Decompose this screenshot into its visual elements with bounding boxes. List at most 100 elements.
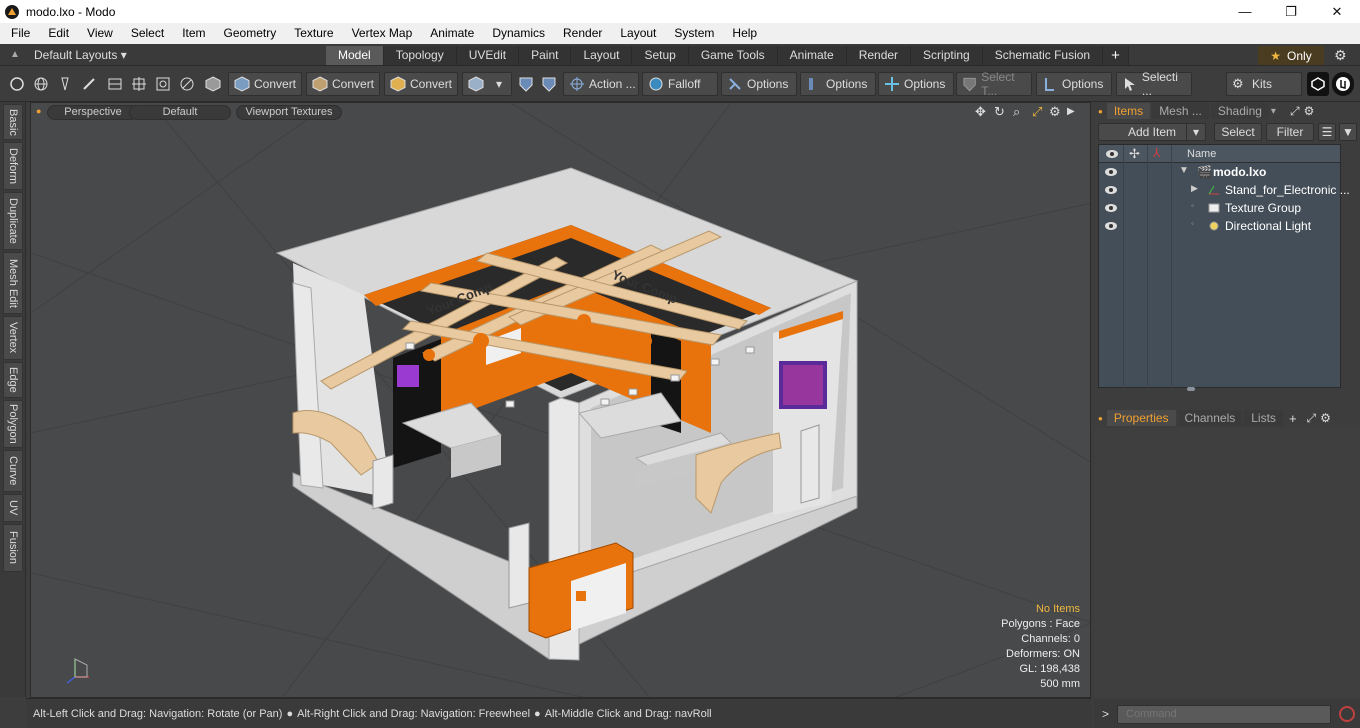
vtab-duplicate[interactable]: Duplicate [3,192,23,250]
gear-icon[interactable]: ⚙ [1334,47,1347,64]
falloff-button[interactable]: Falloff [642,72,718,96]
edge-mode-icon[interactable] [104,72,126,96]
eye-icon[interactable] [1104,165,1118,179]
collapse-arrow-icon[interactable]: ▶ [1191,183,1198,194]
tab-schematic-fusion[interactable]: Schematic Fusion [982,46,1104,65]
expand-icon[interactable]: ⤢ [1290,104,1300,119]
list-item[interactable]: ◦ Texture Group [1099,199,1340,217]
sculpt-dropdown[interactable]: ▾ [462,72,512,96]
vtab-deform[interactable]: Deform [3,142,23,190]
filter-button[interactable]: Filter [1266,123,1314,141]
tab-paint[interactable]: Paint [519,46,572,65]
vtab-mesh-edit[interactable]: Mesh Edit [3,252,23,314]
visibility-column-icon[interactable] [1105,148,1119,160]
menu-render[interactable]: Render [554,23,611,44]
tab-setup[interactable]: Setup [632,46,689,65]
select-button[interactable]: Select [1214,123,1262,141]
tab-scripting[interactable]: Scripting [911,46,983,65]
fit-icon[interactable]: ⤢ [1032,104,1042,120]
options-button-3[interactable]: Options [878,72,954,96]
vtab-curve[interactable]: Curve [3,450,23,492]
convert-button-3[interactable]: Convert [384,72,458,96]
options-button-4[interactable]: Options [1036,72,1112,96]
tab-game-tools[interactable]: Game Tools [688,46,778,65]
vtab-polygon[interactable]: Polygon [3,400,23,448]
cube-icon[interactable] [202,72,224,96]
menu-edit[interactable]: Edit [39,23,78,44]
tab-mesh[interactable]: Mesh ... [1152,103,1209,119]
name-column-header[interactable]: Name [1187,148,1216,160]
kits-button[interactable]: ⚙ Kits [1226,72,1302,96]
vtab-edge[interactable]: Edge [3,362,23,398]
viewport-dot-icon[interactable]: ● [36,106,41,116]
menu-select[interactable]: Select [122,23,173,44]
menu-vertex-map[interactable]: Vertex Map [343,23,422,44]
symmetry-icon[interactable] [515,72,537,96]
list-item[interactable]: ▶ Stand_for_Electronic ... [1099,181,1350,199]
menu-system[interactable]: System [665,23,723,44]
globe-icon[interactable] [30,72,52,96]
horizontal-scrollbar[interactable] [1187,387,1195,391]
chevron-down-icon[interactable]: ▾ [1271,106,1276,117]
viewport-textures-dropdown[interactable]: Viewport Textures [236,105,342,120]
eye-icon[interactable] [1104,183,1118,197]
eye-icon[interactable] [1104,201,1118,215]
menu-item[interactable]: Item [173,23,214,44]
record-macro-icon[interactable] [1339,706,1356,722]
funnel-icon[interactable]: ▼ [1339,123,1357,141]
polygon-mode-icon[interactable] [128,72,150,96]
vtab-uv[interactable]: UV [3,494,23,522]
menu-view[interactable]: View [78,23,122,44]
panel-settings-icon[interactable]: ⚙ [1320,411,1331,425]
unreal-icon[interactable] [1332,72,1354,96]
tab-model[interactable]: Model [326,46,384,65]
maximize-button[interactable]: ❐ [1268,0,1314,23]
menu-help[interactable]: Help [723,23,766,44]
add-tab-button[interactable]: + [1103,46,1129,65]
layout-dropdown[interactable]: Default Layouts ▾ [34,48,144,62]
add-panel-tab-button[interactable]: + [1289,411,1297,426]
menu-texture[interactable]: Texture [285,23,342,44]
menu-dynamics[interactable]: Dynamics [483,23,554,44]
vertex-mode-icon[interactable] [6,72,28,96]
close-button[interactable]: ✕ [1314,0,1360,23]
expand-arrow-icon[interactable]: ▼ [1179,165,1189,176]
zoom-icon[interactable]: ⌕ [1013,104,1020,120]
list-item[interactable]: ▼ 🎬 modo.lxo [1099,163,1340,181]
tab-animate[interactable]: Animate [777,46,847,65]
eye-icon[interactable] [1104,219,1118,233]
panel-settings-icon[interactable]: ⚙ [1304,104,1315,118]
vtab-fusion[interactable]: Fusion [3,524,23,572]
expand-icon[interactable]: ⤢ [1307,411,1317,426]
menu-geometry[interactable]: Geometry [215,23,286,44]
add-item-dropdown[interactable]: ▾ [1186,123,1206,141]
command-input[interactable] [1117,704,1332,724]
material-mode-icon[interactable] [176,72,198,96]
list-options-icon[interactable]: ☰ [1318,123,1336,141]
vtab-basic[interactable]: Basic [3,104,23,140]
tab-lists[interactable]: Lists [1244,410,1283,426]
collapse-arrow-icon[interactable]: ▲ [8,49,22,60]
pen-icon[interactable] [54,72,76,96]
tab-topology[interactable]: Topology [383,46,457,65]
vtab-vertex[interactable]: Vertex [3,316,23,360]
render-column-icon[interactable]: ⅄ [1153,146,1160,160]
panel-dot-icon[interactable]: ● [1098,107,1103,116]
menu-layout[interactable]: Layout [611,23,665,44]
menu-animate[interactable]: Animate [421,23,483,44]
item-mode-icon[interactable] [152,72,174,96]
view-type-dropdown[interactable]: Perspective [47,105,139,120]
tab-shading[interactable]: Shading [1210,103,1269,119]
viewport-menu-arrow-icon[interactable]: ▶ [1067,106,1075,117]
shading-dropdown[interactable]: Default [129,105,231,120]
tab-uvedit[interactable]: UVEdit [456,46,520,65]
convert-button-2[interactable]: Convert [306,72,380,96]
brush-icon[interactable] [78,72,100,96]
options-button-2[interactable]: Options [800,72,876,96]
tab-items[interactable]: Items [1106,103,1151,119]
select-through-button[interactable]: Select T... [956,70,1032,98]
menu-file[interactable]: File [2,23,39,44]
tab-render[interactable]: Render [846,46,912,65]
3d-viewport[interactable]: Your Comp Your Comp ● Perspective Defaul… [30,102,1091,698]
rotate-icon[interactable]: ↻ [994,104,1005,120]
